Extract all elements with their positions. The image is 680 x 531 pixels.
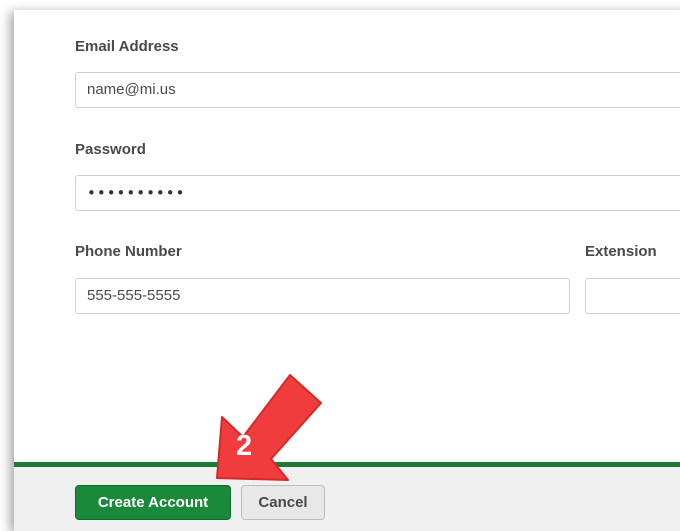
- phone-label: Phone Number: [75, 243, 182, 260]
- email-field[interactable]: name@mi.us: [75, 72, 680, 108]
- form-footer: Create Account Cancel: [14, 462, 680, 531]
- password-field[interactable]: ••••••••••: [75, 175, 680, 211]
- step-number-badge: 2: [236, 430, 253, 462]
- create-account-button[interactable]: Create Account: [75, 485, 231, 520]
- create-account-form: Email Address name@mi.us Password ••••••…: [14, 10, 680, 531]
- email-label: Email Address: [75, 38, 179, 55]
- extension-field[interactable]: [585, 278, 680, 314]
- password-label: Password: [75, 141, 146, 158]
- cancel-button[interactable]: Cancel: [241, 485, 325, 520]
- extension-label: Extension: [585, 243, 657, 260]
- phone-field[interactable]: 555-555-5555: [75, 278, 570, 314]
